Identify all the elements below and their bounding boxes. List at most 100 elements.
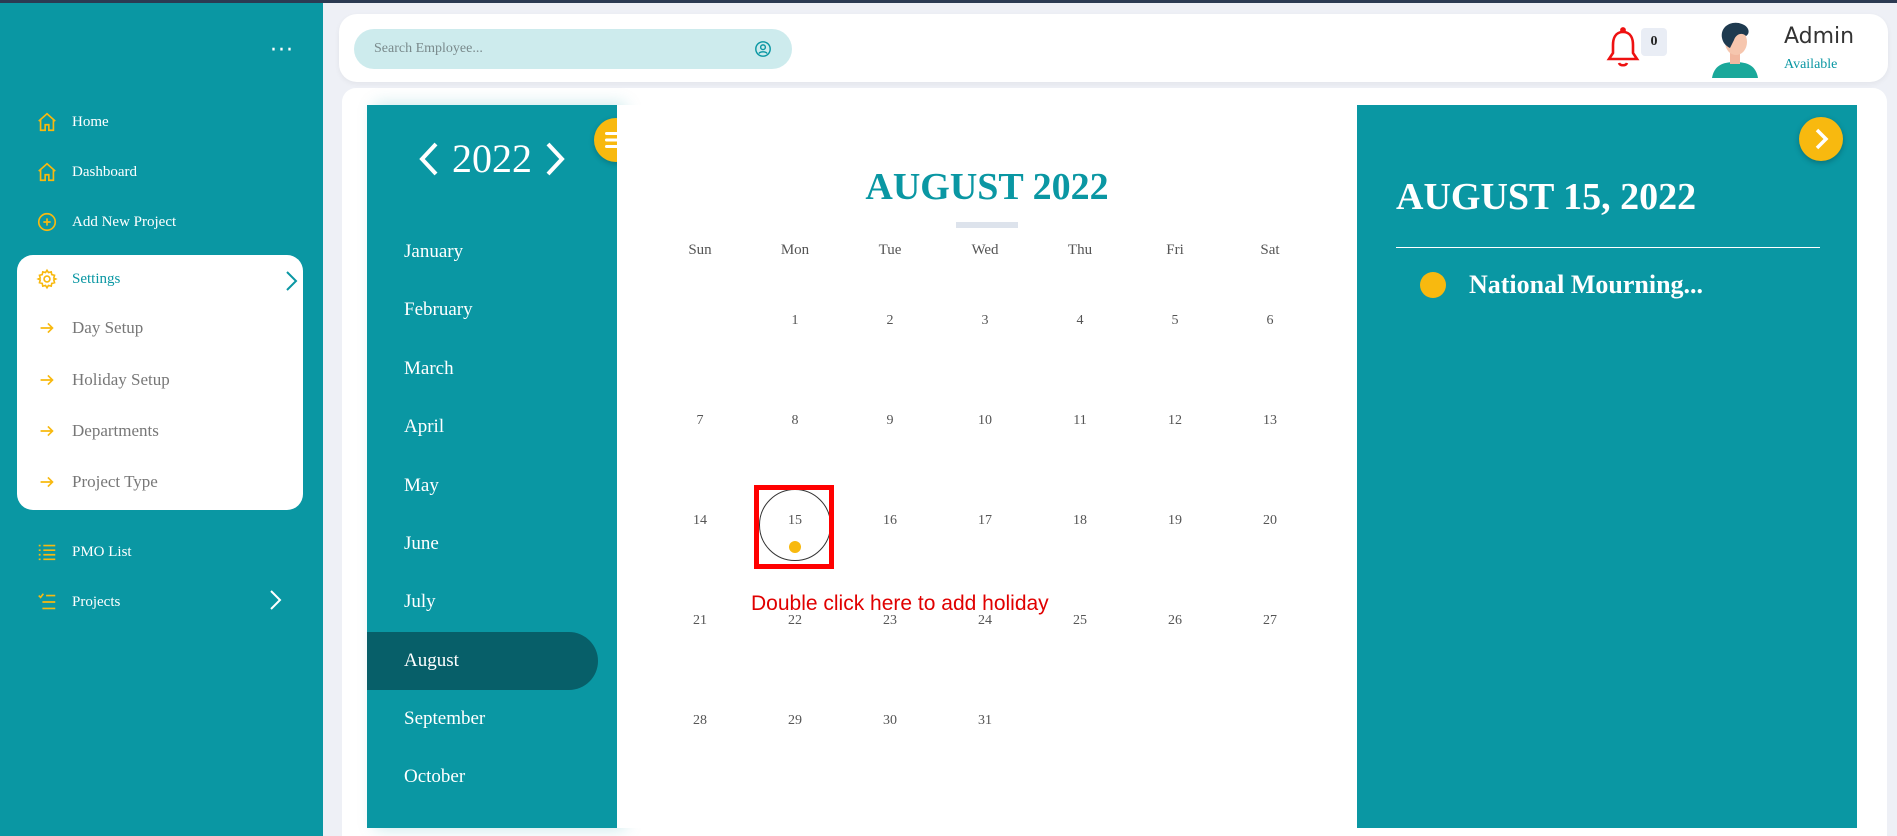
user-name: Admin [1784,24,1855,49]
calendar-day[interactable]: 31 [955,713,1015,729]
calendar-day[interactable]: 5 [1145,313,1205,329]
user-search-icon[interactable] [754,40,772,58]
chevron-right-icon[interactable] [284,270,298,297]
weekday-header: Mon [780,242,810,258]
calendar-day[interactable]: 29 [765,713,825,729]
calendar-day[interactable]: 14 [670,513,730,529]
month-item-active[interactable]: August [404,650,459,672]
weekday-header: Sun [688,242,712,258]
chevron-right-icon [1815,128,1829,150]
month-item[interactable]: July [404,591,436,613]
arrow-right-icon [36,317,58,339]
submenu-item-label: Holiday Setup [72,370,170,389]
sidebar-item-label: Dashboard [72,163,137,180]
sidebar-item-home[interactable]: Home [36,107,109,137]
calendar-day[interactable]: 23 [860,613,920,629]
sidebar-item-add-new-project[interactable]: Add New Project [36,207,176,237]
calendar-day[interactable]: 4 [1050,313,1110,329]
checklist-icon [36,591,58,613]
gear-icon [36,268,58,290]
calendar-day[interactable]: 26 [1145,613,1205,629]
home-icon [36,161,58,183]
weekday-header: Thu [1067,242,1093,258]
submenu-item-holiday-setup[interactable]: Holiday Setup [36,369,170,391]
calendar-day[interactable]: 17 [955,513,1015,529]
arrow-right-icon [36,420,58,442]
calendar-day[interactable]: 8 [765,413,825,429]
arrow-right-icon [36,369,58,391]
event-title: National Mourning... [1469,270,1704,299]
calendar-day[interactable]: 11 [1050,413,1110,429]
submenu-item-day-setup[interactable]: Day Setup [36,317,143,339]
weekday-header: Fri [1166,242,1184,258]
submenu-item-project-type[interactable]: Project Type [36,471,158,493]
month-item[interactable]: May [404,475,439,497]
search-box [354,29,792,69]
next-button[interactable] [1799,117,1843,161]
calendar-day[interactable]: 19 [1145,513,1205,529]
sidebar-item-label: Home [72,113,109,130]
search-input[interactable] [372,40,746,58]
calendar-day[interactable]: 27 [1240,613,1300,629]
calendar-day[interactable]: 25 [1050,613,1110,629]
chevron-right-icon[interactable] [264,589,286,616]
title-underline [956,222,1018,228]
avatar[interactable] [1708,20,1762,78]
bell-icon[interactable] [1602,26,1644,70]
event-date-heading: AUGUST 15, 2022 [1396,176,1697,218]
calendar-day[interactable]: 7 [670,413,730,429]
sidebar-item-settings[interactable]: Settings [36,268,298,291]
chevron-right-icon[interactable] [540,141,570,177]
submenu-item-label: Departments [72,421,159,440]
notification-count: 0 [1641,28,1667,56]
sidebar-item-label: PMO List [72,543,132,560]
calendar-day[interactable]: 16 [860,513,920,529]
month-item[interactable]: February [404,299,473,321]
calendar-day[interactable]: 30 [860,713,920,729]
more-options-icon[interactable]: ··· [270,40,294,62]
calendar-day[interactable]: 6 [1240,313,1300,329]
event-marker-icon [1420,272,1446,298]
calendar-day[interactable]: 2 [860,313,920,329]
year-label: 2022 [452,136,532,181]
chevron-left-icon[interactable] [414,141,444,177]
calendar-day[interactable]: 12 [1145,413,1205,429]
month-item[interactable]: March [404,358,454,380]
calendar-title: AUGUST 2022 [865,166,1109,208]
calendar-day[interactable]: 9 [860,413,920,429]
calendar-day[interactable]: 13 [1240,413,1300,429]
month-item[interactable]: April [404,416,444,438]
sidebar-item-dashboard[interactable]: Dashboard [36,157,137,187]
arrow-right-icon [36,471,58,493]
list-icon [36,541,58,563]
month-item[interactable]: January [404,241,463,263]
calendar-day[interactable]: 28 [670,713,730,729]
month-item[interactable]: June [404,533,439,555]
plus-circle-icon [36,211,58,233]
event-item[interactable]: National Mourning... [1420,270,1703,300]
submenu-item-departments[interactable]: Departments [36,420,159,442]
weekday-header: Wed [971,242,999,258]
weekday-header: Tue [878,242,902,258]
top-bar: 0 Admin Available [339,14,1888,82]
calendar-day[interactable]: 20 [1240,513,1300,529]
calendar-day[interactable]: 15 [765,513,825,529]
calendar-day[interactable]: 18 [1050,513,1110,529]
divider [1396,247,1820,248]
month-item[interactable]: October [404,766,465,788]
sidebar-item-pmo-list[interactable]: PMO List [36,537,132,567]
calendar-day[interactable]: 22 [765,613,825,629]
month-item[interactable]: September [404,708,485,730]
month-list-panel: 2022 January February March April May Ju… [367,105,617,828]
sidebar-item-projects[interactable]: Projects [36,587,286,617]
sidebar-item-label: Add New Project [72,213,177,230]
calendar-day[interactable]: 21 [670,613,730,629]
calendar-day[interactable]: 3 [955,313,1015,329]
settings-submenu: Settings Day Setup Holiday Setup Departm… [17,255,303,510]
submenu-item-label: Project Type [72,472,158,491]
settings-label: Settings [72,270,121,287]
calendar-day[interactable]: 1 [765,313,825,329]
calendar-day[interactable]: 24 [955,613,1015,629]
calendar-day[interactable]: 10 [955,413,1015,429]
user-status: Available [1784,57,1838,72]
